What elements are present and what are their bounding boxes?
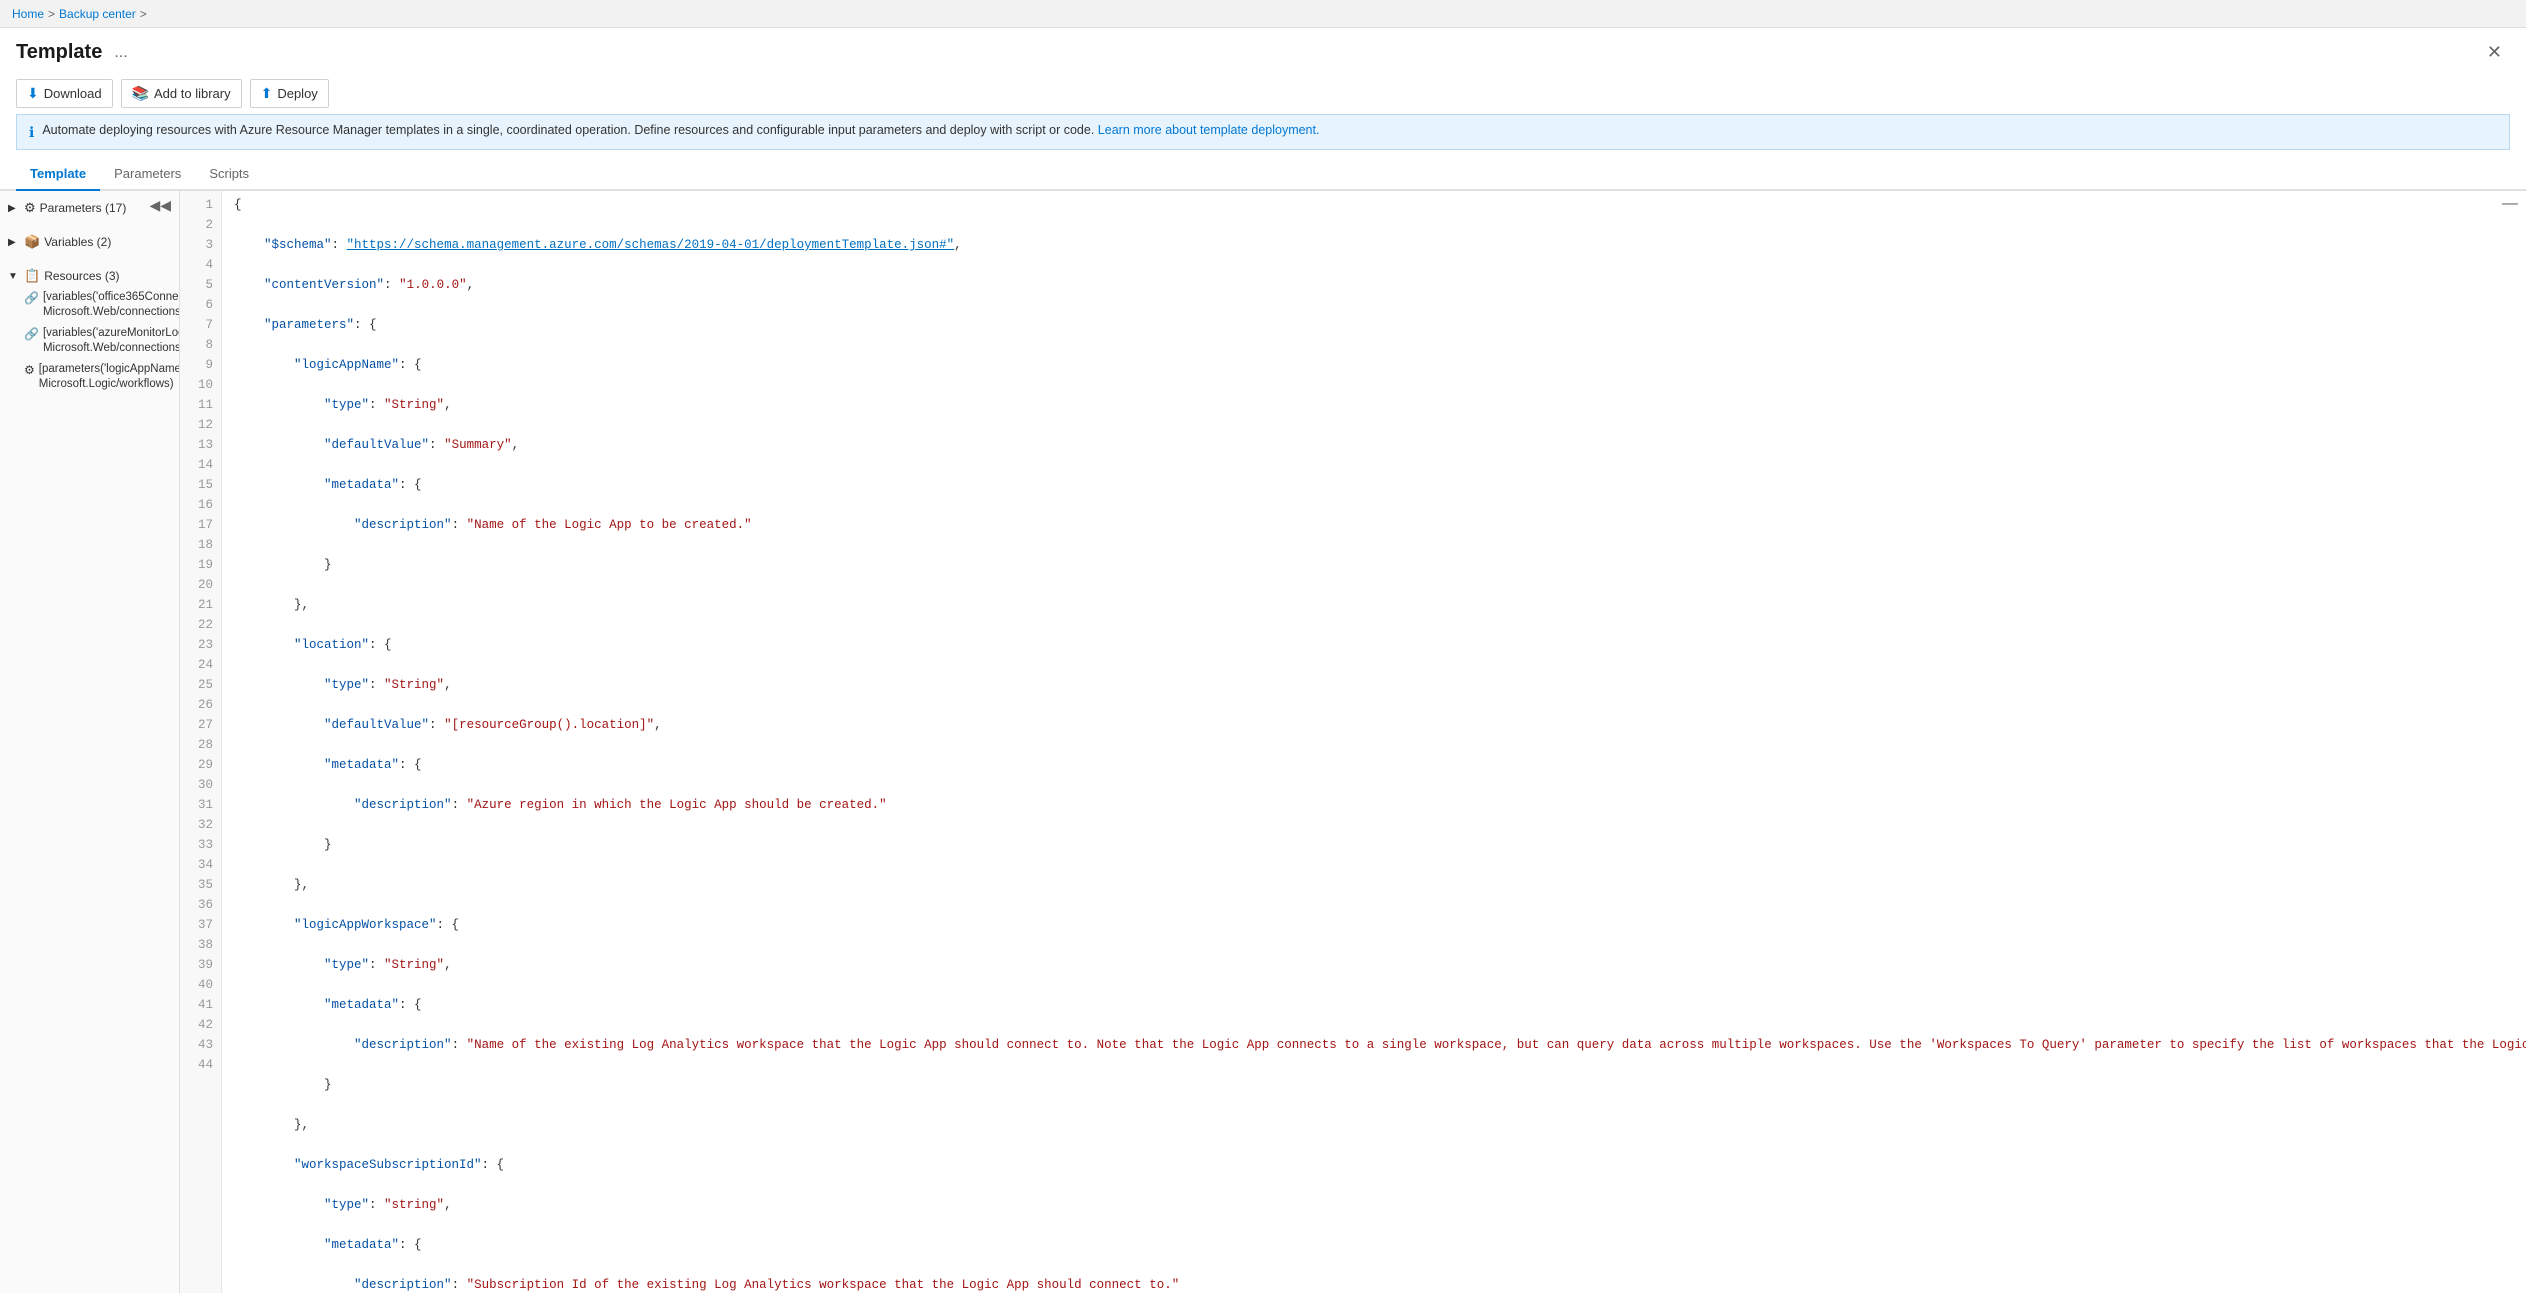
page-title: Template xyxy=(16,41,102,64)
download-icon: ⬇ xyxy=(27,85,39,102)
tree-child-0[interactable]: 🔗 [variables('office365ConnectionNa...Mi… xyxy=(0,287,179,323)
info-text: Automate deploying resources with Azure … xyxy=(42,123,1319,137)
tabs: Template Parameters Scripts xyxy=(0,158,2526,191)
breadcrumb: Home > Backup center > xyxy=(12,7,147,21)
vars-label: Variables (2) xyxy=(44,235,111,249)
deploy-icon: ⬆ xyxy=(261,85,273,102)
download-label: Download xyxy=(44,86,102,101)
res-label: Resources (3) xyxy=(44,269,119,283)
arrow-icon: ▶ xyxy=(8,203,20,214)
info-icon: ℹ xyxy=(29,124,34,141)
vars-icon: 📦 xyxy=(24,234,40,250)
page-title-row: Template ... xyxy=(16,41,132,64)
toolbar: ⬇ Download 📚 Add to library ⬆ Deploy xyxy=(0,73,2526,114)
main-content: ◀◀ ▶ ⚙ Parameters (17) ▶ 📦 Variables (2)… xyxy=(0,191,2526,1293)
params-icon: ⚙ xyxy=(24,200,36,216)
res-icon: 📋 xyxy=(24,268,40,284)
breadcrumb-home[interactable]: Home xyxy=(12,7,44,21)
learn-more-link[interactable]: Learn more about template deployment. xyxy=(1098,123,1320,137)
close-button[interactable]: ✕ xyxy=(2479,38,2510,67)
page-header: Template ... ✕ xyxy=(0,28,2526,73)
collapse-button[interactable]: ◀◀ xyxy=(145,195,175,216)
code-content: { "$schema": "https://schema.management.… xyxy=(222,191,2526,1293)
breadcrumb-sep1: > xyxy=(48,7,55,21)
tree-section-variables: ▶ 📦 Variables (2) xyxy=(0,225,179,259)
info-bar: ℹ Automate deploying resources with Azur… xyxy=(16,114,2510,150)
deploy-button[interactable]: ⬆ Deploy xyxy=(250,79,329,108)
code-panel: — 12345 678910 1112131415 1617181920 212… xyxy=(180,191,2526,1293)
tree-child-1[interactable]: 🔗 [variables('azureMonitorLogsConn...Mic… xyxy=(0,323,179,359)
library-icon: 📚 xyxy=(132,85,149,102)
tab-template[interactable]: Template xyxy=(16,158,100,191)
arrow-icon-res: ▼ xyxy=(8,271,20,282)
add-to-library-button[interactable]: 📚 Add to library xyxy=(121,79,242,108)
code-area: 12345 678910 1112131415 1617181920 21222… xyxy=(180,191,2526,1293)
tab-scripts[interactable]: Scripts xyxy=(195,158,263,191)
line-numbers: 12345 678910 1112131415 1617181920 21222… xyxy=(180,191,222,1293)
more-button[interactable]: ... xyxy=(110,42,131,64)
tree-child-2[interactable]: ⚙ [parameters('logicAppName')]Microsoft.… xyxy=(0,359,179,395)
left-panel: ◀◀ ▶ ⚙ Parameters (17) ▶ 📦 Variables (2)… xyxy=(0,191,180,1293)
minimize-button[interactable]: — xyxy=(2494,191,2526,217)
params-label: Parameters (17) xyxy=(40,201,127,215)
breadcrumb-backup[interactable]: Backup center xyxy=(59,7,136,21)
tree-node-variables[interactable]: ▶ 📦 Variables (2) xyxy=(0,231,179,253)
top-bar: Home > Backup center > xyxy=(0,0,2526,28)
arrow-icon-vars: ▶ xyxy=(8,237,20,248)
breadcrumb-sep2: > xyxy=(140,7,147,21)
add-label: Add to library xyxy=(154,86,231,101)
tab-parameters[interactable]: Parameters xyxy=(100,158,195,191)
tree-section-resources: ▼ 📋 Resources (3) 🔗 [variables('office36… xyxy=(0,259,179,401)
tree-node-resources[interactable]: ▼ 📋 Resources (3) xyxy=(0,265,179,287)
download-button[interactable]: ⬇ Download xyxy=(16,79,113,108)
deploy-label: Deploy xyxy=(277,86,317,101)
